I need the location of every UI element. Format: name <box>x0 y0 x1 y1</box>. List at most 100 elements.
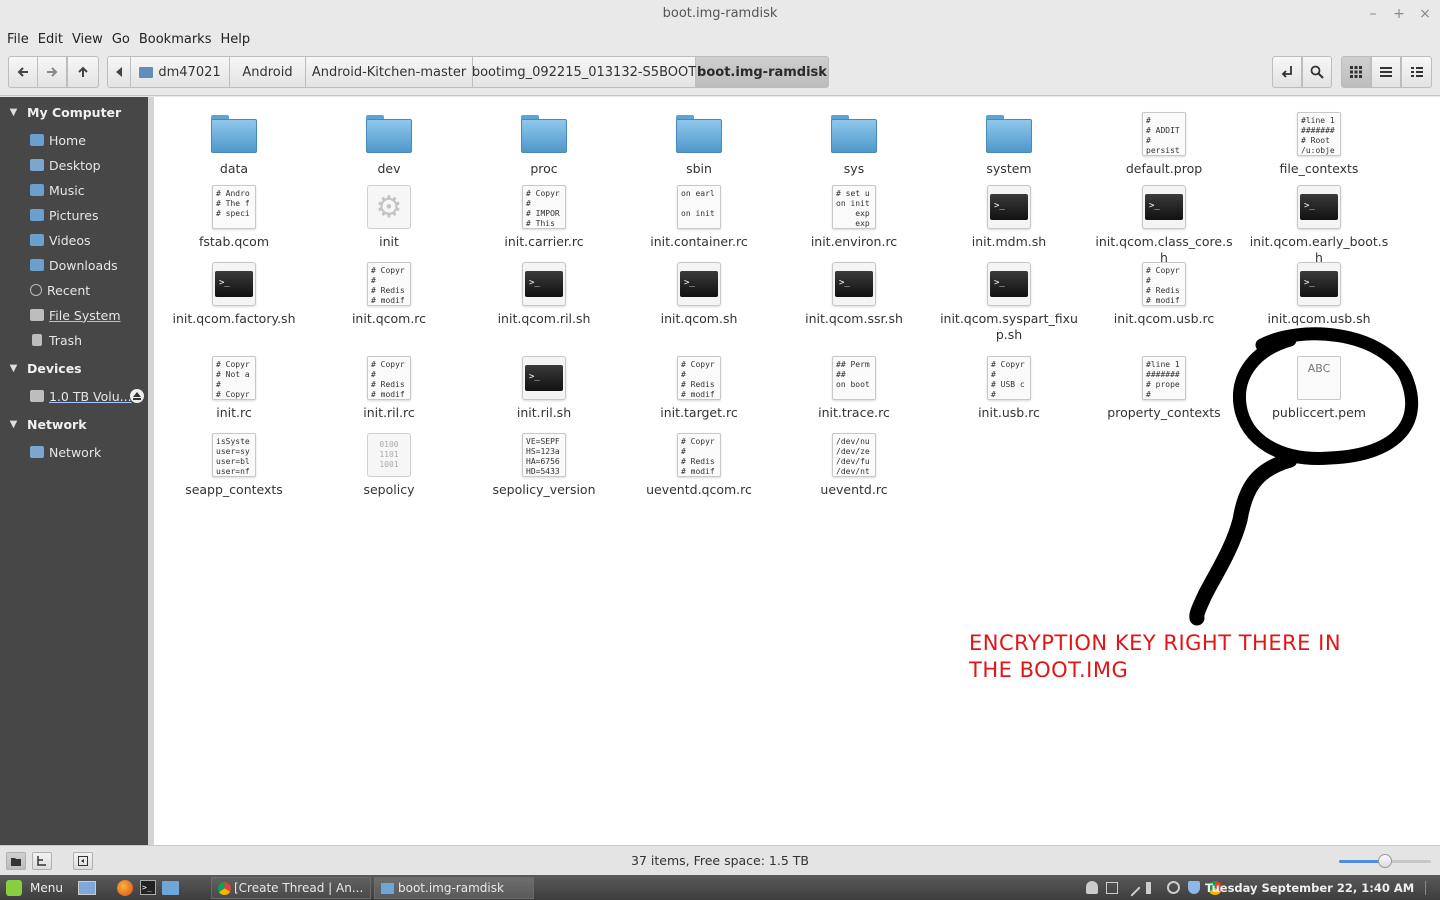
file-item-proc[interactable]: proc <box>469 111 619 177</box>
icon-view-button[interactable] <box>1341 56 1371 88</box>
file-item-init-trace-rc[interactable]: ## Perm ## on boot init.trace.rc <box>779 355 929 421</box>
user-icon[interactable] <box>1086 881 1098 894</box>
sidebar-item-videos[interactable]: Videos <box>30 229 91 251</box>
breadcrumb-item-android[interactable]: Android <box>230 56 306 88</box>
start-menu-button[interactable]: Menu <box>6 875 63 900</box>
file-item-init-container-rc[interactable]: on earl on init init.container.rc <box>624 184 774 250</box>
file-item-dev[interactable]: dev <box>314 111 464 177</box>
list-view-button[interactable] <box>1371 56 1401 88</box>
eject-button[interactable] <box>130 389 144 403</box>
file-item-publiccert-pem[interactable]: ABC publiccert.pem <box>1244 355 1394 421</box>
file-item-sepolicy-version[interactable]: VE=SEPF HS=123a HA=6756 HD=5433 sepolicy_… <box>469 432 619 498</box>
file-item-init-usb-rc[interactable]: # Copyr # # USB c # init.usb.rc <box>934 355 1084 421</box>
file-item-init[interactable]: ⚙ init <box>314 184 464 250</box>
file-item-init-qcom-ssr-sh[interactable]: >_ init.qcom.ssr.sh <box>779 261 929 327</box>
files-launcher[interactable] <box>162 875 179 900</box>
sidebar-section-network[interactable]: ▼ Network <box>0 413 148 435</box>
file-item-init-qcom-usb-sh[interactable]: >_ init.qcom.usb.sh <box>1244 261 1394 327</box>
sidebar-item-recent[interactable]: Recent <box>30 279 90 301</box>
file-item-sepolicy[interactable]: 0100 1101 1001 sepolicy <box>314 432 464 498</box>
file-name: data <box>219 161 249 176</box>
volume-icon[interactable] <box>1146 881 1159 894</box>
firefox-launcher[interactable] <box>117 875 133 900</box>
forward-button[interactable] <box>37 56 67 88</box>
menu-edit[interactable]: Edit <box>38 32 70 47</box>
clock[interactable]: Tuesday September 22, 1:40 AM <box>1205 875 1414 900</box>
file-item-init-target-rc[interactable]: # Copyr # # Redis # modif init.target.rc <box>624 355 774 421</box>
terminal-launcher[interactable]: >_ <box>140 875 156 900</box>
file-item-init-ril-rc[interactable]: # Copyr # # Redis # modif init.ril.rc <box>314 355 464 421</box>
up-button[interactable] <box>67 56 99 88</box>
text-thumbnail: /dev/nu /dev/ze /dev/fu /dev/nt <box>832 433 876 477</box>
minimize-icon[interactable]: – <box>1366 0 1380 28</box>
breadcrumb-item-dm47021[interactable]: dm47021 <box>131 56 230 88</box>
tools-icon[interactable] <box>1123 879 1141 896</box>
file-item-data[interactable]: data <box>159 111 309 177</box>
sidebar-section-title: My Computer <box>27 104 122 120</box>
sidebar-item-trash[interactable]: Trash <box>30 329 82 351</box>
text-thumbnail: # Copyr # # Redis # modif <box>367 262 411 306</box>
file-item-init-qcom-sh[interactable]: >_ init.qcom.sh <box>624 261 774 327</box>
file-item-init-ril-sh[interactable]: >_ init.ril.sh <box>469 355 619 421</box>
file-item-sbin[interactable]: sbin <box>624 111 774 177</box>
sidebar-item-file-system[interactable]: File System <box>30 304 121 326</box>
breadcrumb-item-bootimg[interactable]: bootimg_092215_013132-S5BOOT <box>472 56 696 88</box>
menu-go[interactable]: Go <box>112 32 137 47</box>
file-item-property-contexts[interactable]: #line 1 ####### # prope # property_contex… <box>1089 355 1239 421</box>
menu-file[interactable]: File <box>7 32 36 47</box>
show-desktop-corner[interactable] <box>1425 875 1433 900</box>
search-icon <box>1310 65 1324 79</box>
file-item-seapp-contexts[interactable]: isSyste user=sy user=bl user=nf seapp_con… <box>159 432 309 498</box>
file-item-fstab-qcom[interactable]: # Andro # The f # speci fstab.qcom <box>159 184 309 250</box>
shield-icon[interactable] <box>1188 881 1200 894</box>
file-item-init-mdm-sh[interactable]: >_ init.mdm.sh <box>934 184 1084 250</box>
sidebar-item-volume[interactable]: 1.0 TB Volu... <box>30 385 132 407</box>
update-manager-icon[interactable] <box>1106 881 1118 894</box>
compact-view-button[interactable] <box>1401 56 1432 88</box>
sidebar-item-pictures[interactable]: Pictures <box>30 204 99 226</box>
maximize-icon[interactable]: + <box>1392 0 1406 28</box>
file-item-init-environ-rc[interactable]: # set u on init exp exp init.environ.rc <box>779 184 929 250</box>
sidebar-item-desktop[interactable]: Desktop <box>30 154 101 176</box>
file-item-ueventd-rc[interactable]: /dev/nu /dev/ze /dev/fu /dev/nt ueventd.r… <box>779 432 929 498</box>
file-item-init-qcom-class-core-sh[interactable]: >_ init.qcom.class_core.sh <box>1089 184 1239 266</box>
taskbar-task-chrome[interactable]: [Create Thread | An... <box>211 877 371 899</box>
menu-bookmarks[interactable]: Bookmarks <box>139 32 219 47</box>
list-icon <box>1380 67 1392 77</box>
sidebar-section-devices[interactable]: ▼ Devices <box>0 357 148 379</box>
file-item-init-qcom-rc[interactable]: # Copyr # # Redis # modif init.qcom.rc <box>314 261 464 327</box>
sidebar-section-my-computer[interactable]: ▼ My Computer <box>0 101 148 123</box>
sidebar-item-home[interactable]: Home <box>30 129 86 151</box>
file-name: init.target.rc <box>660 405 738 420</box>
firefox-icon <box>117 879 133 896</box>
breadcrumb-scroll-left-button[interactable] <box>107 56 131 88</box>
file-item-file-contexts[interactable]: #line 1 ####### # Root /u:obje file_conte… <box>1244 111 1394 177</box>
menu-help[interactable]: Help <box>220 32 257 47</box>
menu-view[interactable]: View <box>72 32 110 47</box>
toggle-location-entry-button[interactable] <box>1272 56 1302 88</box>
file-item-init-qcom-early-boot-sh[interactable]: >_ init.qcom.early_boot.sh <box>1244 184 1394 266</box>
sidebar-item-network[interactable]: Network <box>30 441 101 463</box>
file-item-sys[interactable]: sys <box>779 111 929 177</box>
sidebar-item-downloads[interactable]: Downloads <box>30 254 118 276</box>
file-item-init-qcom-usb-rc[interactable]: # Copyr # # Redis # modif init.qcom.usb.r… <box>1089 261 1239 327</box>
file-item-init-qcom-factory-sh[interactable]: >_ init.qcom.factory.sh <box>159 261 309 327</box>
breadcrumb-item-android-kitchen-master[interactable]: Android-Kitchen-master <box>306 56 473 88</box>
breadcrumb-item-boot-img-ramdisk[interactable]: boot.img-ramdisk <box>696 56 829 88</box>
show-desktop-launcher[interactable] <box>78 875 96 900</box>
search-button[interactable] <box>1302 56 1332 88</box>
close-icon[interactable]: × <box>1418 0 1432 28</box>
back-button[interactable] <box>8 56 38 88</box>
zoom-slider[interactable] <box>1339 854 1431 868</box>
sidebar-item-music[interactable]: Music <box>30 179 85 201</box>
file-item-init-qcom-syspart-fixup-sh[interactable]: >_ init.qcom.syspart_fixup.sh <box>934 261 1084 343</box>
file-item-init-qcom-ril-sh[interactable]: >_ init.qcom.ril.sh <box>469 261 619 327</box>
file-item-default-prop[interactable]: # # ADDIT # persist default.prop <box>1089 111 1239 177</box>
taskbar-task-files[interactable]: boot.img-ramdisk <box>374 877 534 899</box>
file-item-init-carrier-rc[interactable]: # Copyr # # IMPOR # This init.carrier.rc <box>469 184 619 250</box>
network-status-icon[interactable] <box>1167 881 1180 894</box>
file-item-init-rc[interactable]: # Copyr # Not a # # Copyr init.rc <box>159 355 309 421</box>
file-item-system[interactable]: system <box>934 111 1084 177</box>
file-item-ueventd-qcom-rc[interactable]: # Copyr # # Redis # modif ueventd.qcom.rc <box>624 432 774 498</box>
zoom-slider-knob[interactable] <box>1378 854 1392 868</box>
